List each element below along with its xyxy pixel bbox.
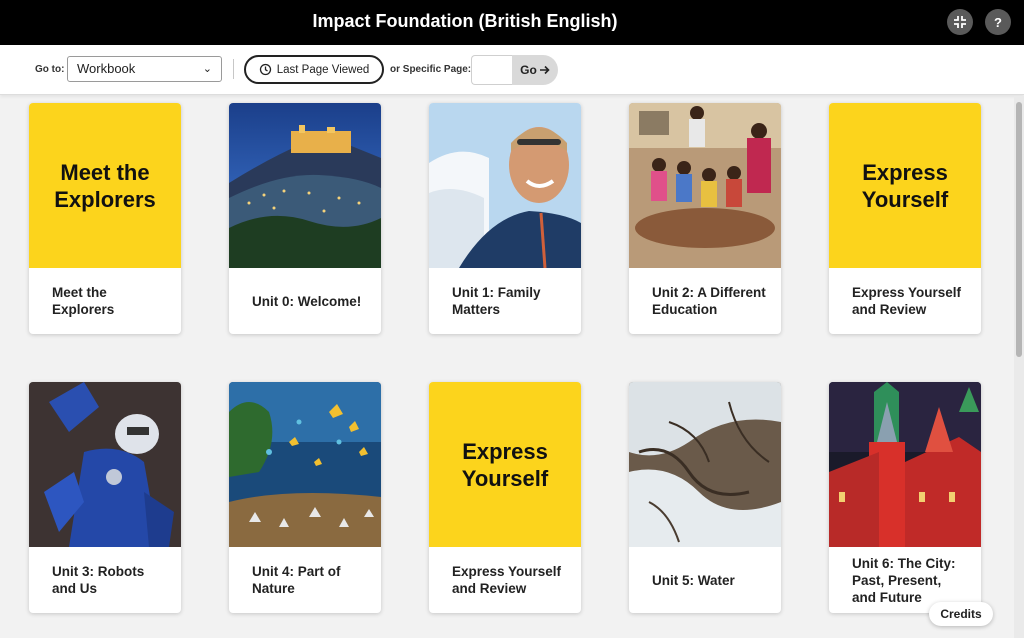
card-unit-4[interactable]: Unit 4: Part of Nature [229,382,381,613]
card-express-yourself-1[interactable]: Express Yourself Express Yourself and Re… [829,103,981,334]
specific-page-label: or Specific Page: [390,64,472,75]
cover-image-river-delta [629,382,781,547]
goto-selected-value: Workbook [77,61,136,76]
cover-text: Express Yourself [861,159,949,212]
card-label: Unit 1: Family Matters [452,285,541,317]
card-unit-0[interactable]: Unit 0: Welcome! [229,103,381,334]
divider [233,59,234,79]
goto-label: Go to: [35,64,65,75]
card-express-yourself-2[interactable]: Express Yourself Express Yourself and Re… [429,382,581,613]
arrow-right-icon [539,65,550,75]
top-bar: Impact Foundation (British English) ? [0,0,1024,45]
app-title: Impact Foundation (British English) [312,11,618,31]
card-unit-1[interactable]: Unit 1: Family Matters [429,103,581,334]
card-unit-6[interactable]: Unit 6: The City: Past, Present, and Fut… [829,382,981,613]
card-cover: Express Yourself [829,103,981,268]
last-page-viewed-button[interactable]: Last Page Viewed [244,55,384,84]
card-meet-the-explorers[interactable]: Meet the Explorers Meet the Explorers [29,103,181,334]
card-unit-3[interactable]: Unit 3: Robots and Us [29,382,181,613]
card-unit-5[interactable]: Unit 5: Water [629,382,781,613]
cover-text: Express Yourself [461,438,549,491]
card-cover: Meet the Explorers [29,103,181,268]
card-label: Express Yourself and Review [852,285,962,317]
history-clock-icon [259,63,271,76]
last-page-label: Last Page Viewed [276,63,370,76]
card-unit-2[interactable]: Unit 2: A Different Education [629,103,781,334]
cover-text: Meet the Explorers [54,159,156,212]
card-cover: Express Yourself [429,382,581,547]
cover-image-kremlin [829,382,981,547]
navigation-toolbar: Go to: Workbook ⌄ Last Page Viewed or Sp… [0,45,1024,95]
help-button[interactable]: ? [985,9,1011,35]
goto-select[interactable]: Workbook ⌄ [67,56,222,82]
compress-button[interactable] [947,9,973,35]
card-label: Meet the Explorers [52,285,115,317]
credits-button[interactable]: Credits [929,602,993,626]
cover-image-butterflies [229,382,381,547]
cover-image-robot [29,382,181,547]
cover-image-classroom [629,103,781,268]
go-button[interactable]: Go [512,55,558,85]
card-label: Unit 5: Water [652,572,735,588]
card-label: Unit 2: A Different Education [652,285,766,317]
card-label: Express Yourself and Review [452,564,562,596]
workbook-grid: Meet the Explorers Meet the Explorers Un… [0,96,1014,638]
chevron-down-icon: ⌄ [202,63,212,75]
card-label: Unit 4: Part of Nature [252,564,341,596]
scrollbar-thumb[interactable] [1016,102,1022,357]
card-label: Unit 0: Welcome! [252,293,362,309]
scrollbar[interactable] [1014,96,1024,638]
cover-image-climber-portrait [429,103,581,268]
specific-page-input[interactable] [471,55,513,85]
cover-image-night-city [229,103,381,268]
compress-icon [954,16,966,28]
go-label: Go [520,63,537,77]
card-label: Unit 3: Robots and Us [52,564,145,596]
